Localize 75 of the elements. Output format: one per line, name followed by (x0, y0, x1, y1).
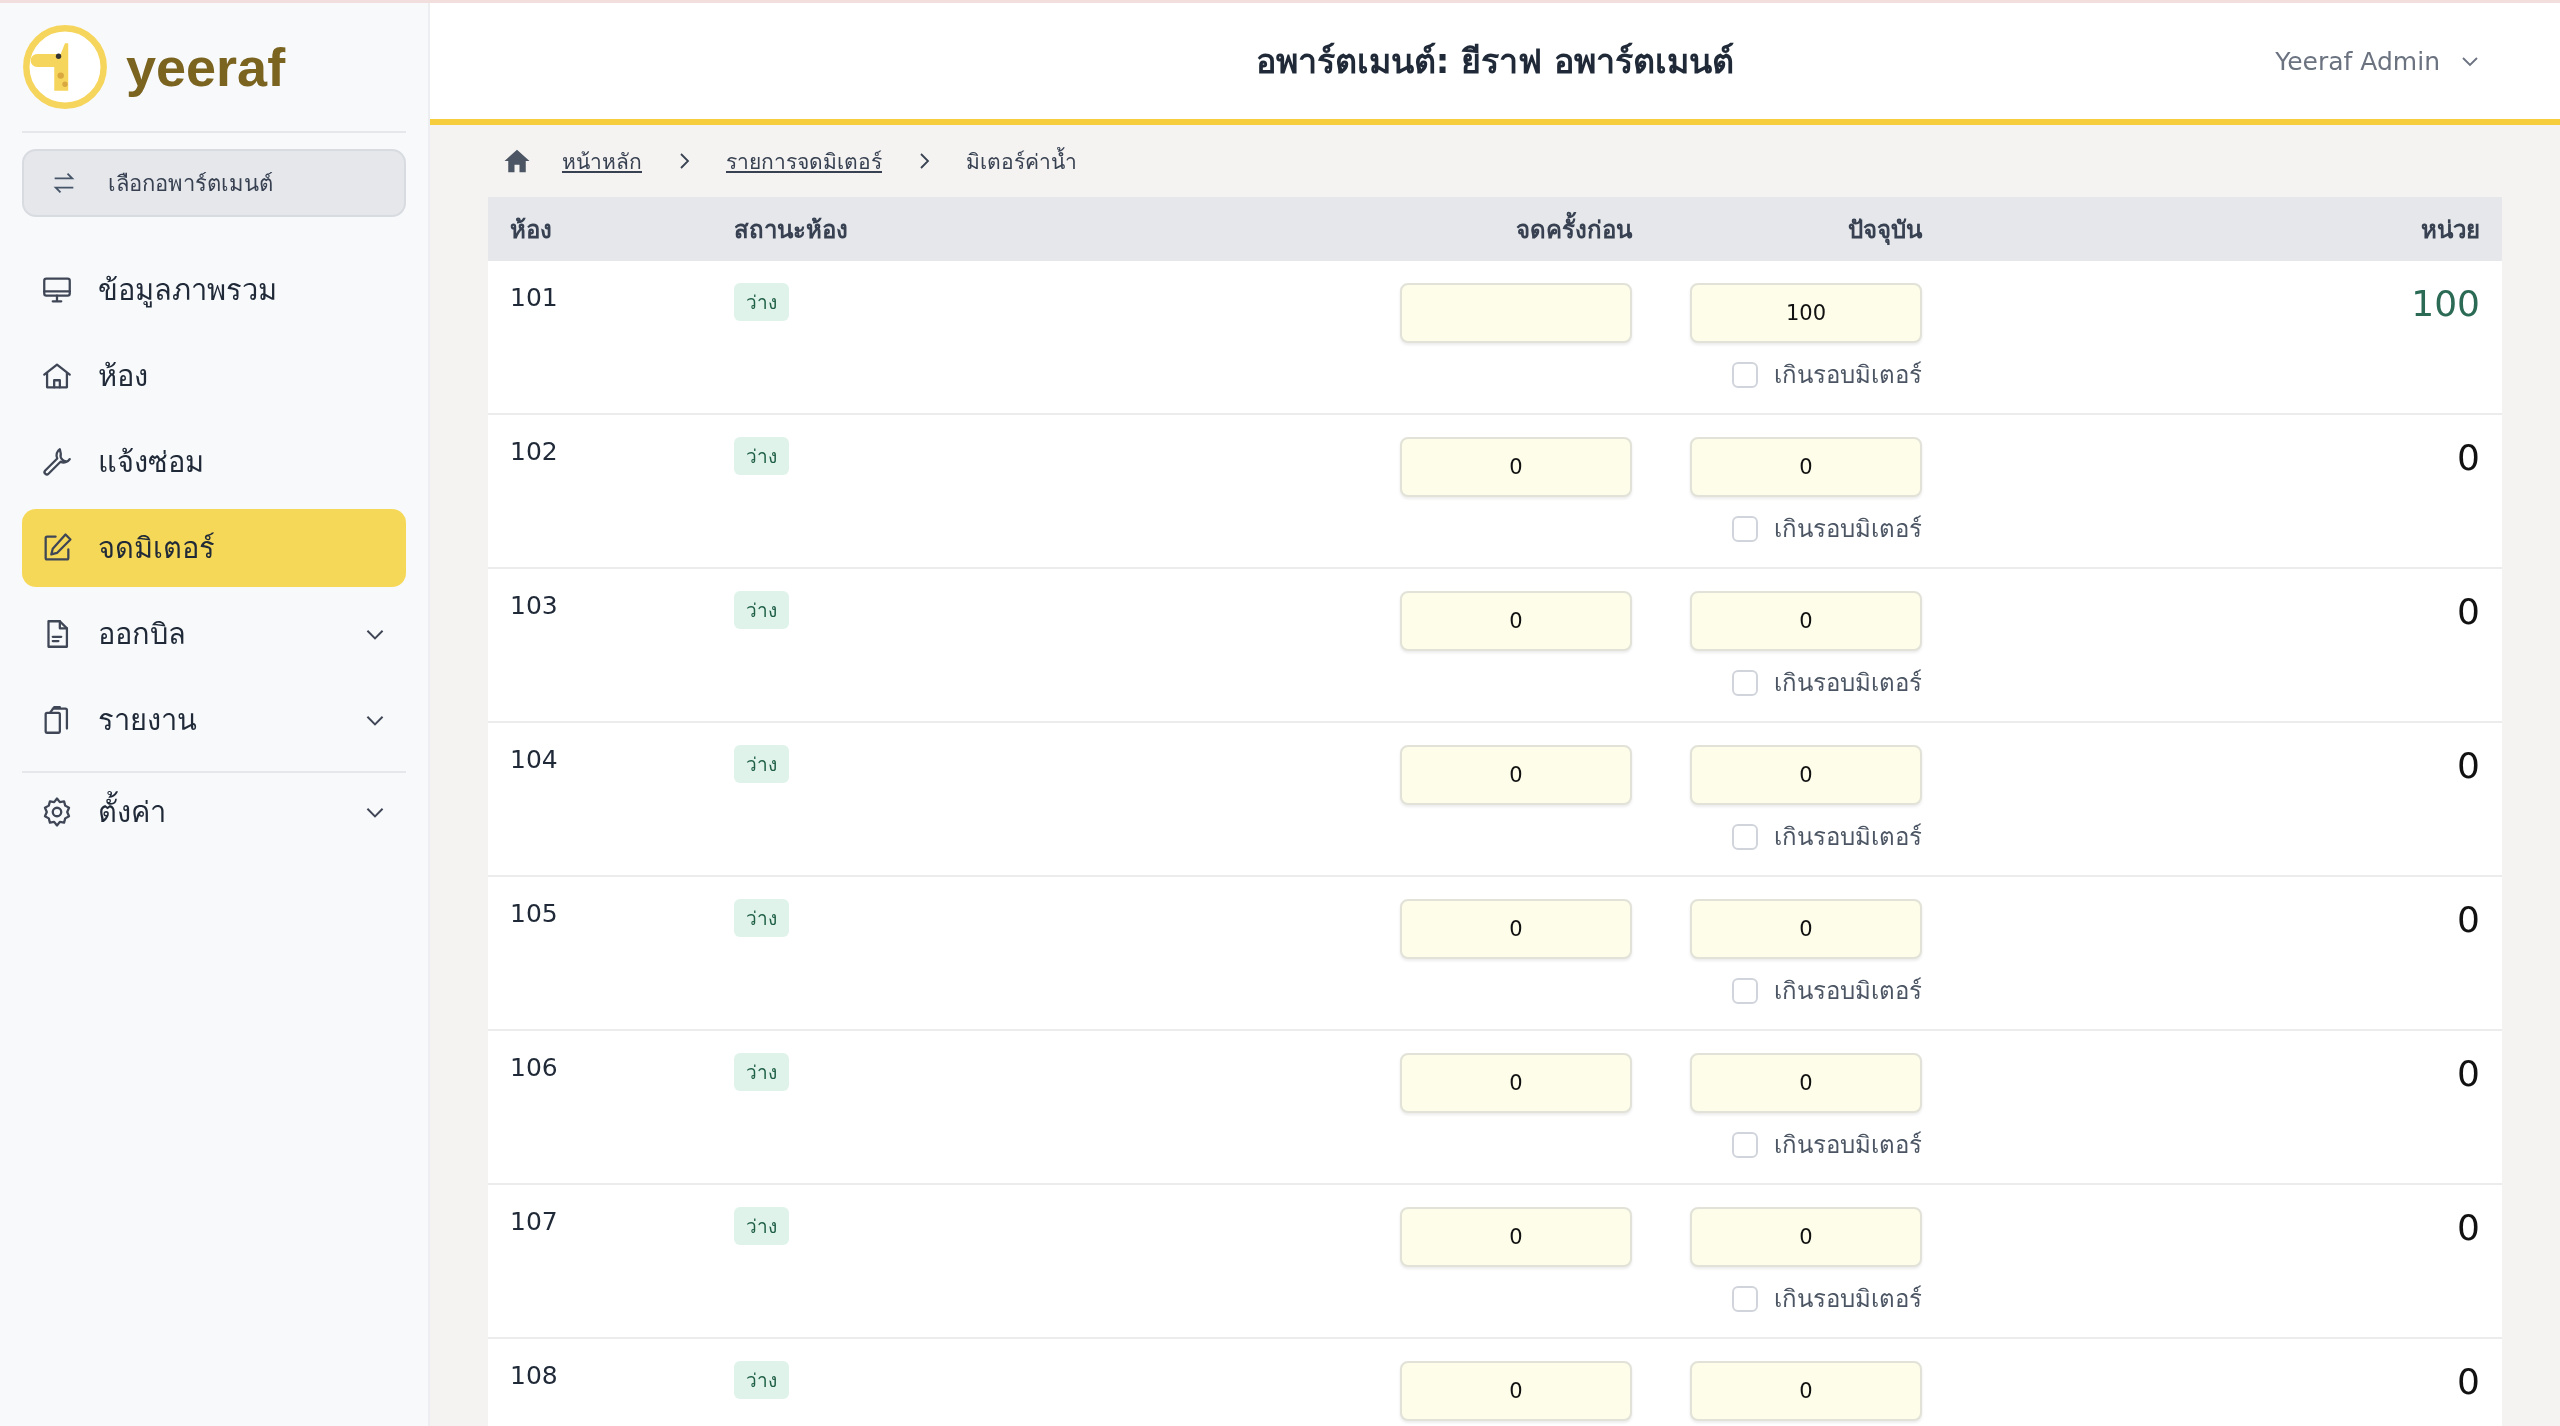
room-number: 102 (509, 437, 559, 468)
room-number: 101 (509, 283, 559, 314)
current-reading-field[interactable]: 0 (1690, 899, 1922, 959)
room-number: 107 (509, 1207, 559, 1238)
status-badge: ว่าง (734, 1361, 789, 1399)
previous-reading-field[interactable]: 0 (1400, 899, 1632, 959)
units-value: 0 (2457, 899, 2480, 940)
sidebar-item[interactable]: ข้อมูลภาพรวม (22, 251, 406, 329)
room-number: 104 (509, 745, 559, 776)
status-badge: ว่าง (734, 1053, 789, 1091)
apartment-switch-button[interactable]: เลือกอพาร์ตเมนต์ (22, 149, 406, 217)
room-number: 108 (509, 1361, 559, 1392)
room-number: 106 (509, 1053, 559, 1084)
breadcrumb-link[interactable]: หน้าหลัก (562, 144, 642, 178)
column-header: ปัจจุบัน (1847, 214, 1922, 247)
breadcrumb-current: มิเตอร์ค่าน้ำ (966, 146, 1077, 176)
column-header: ห้อง (509, 214, 553, 246)
status-badge: ว่าง (734, 1207, 789, 1245)
giraffe-logo-icon (22, 24, 108, 110)
checkbox[interactable] (1732, 977, 1758, 1004)
status-badge: ว่าง (734, 591, 789, 629)
previous-reading-field[interactable]: 0 (1400, 1207, 1632, 1267)
checkbox[interactable] (1732, 515, 1758, 542)
units-value: 0 (2457, 1361, 2480, 1402)
column-header: สถานะห้อง (733, 214, 849, 246)
brand-name: yeeraf (126, 36, 286, 98)
sidebar-item[interactable]: แจ้งซ่อม (22, 423, 406, 501)
checkbox[interactable] (1732, 823, 1758, 850)
previous-reading-field[interactable]: 0 (1400, 745, 1632, 805)
rollover-label: เกินรอบมิเตอร์ (1774, 1130, 1922, 1161)
current-reading-field[interactable]: 0 (1690, 591, 1922, 651)
units-value: 0 (2457, 591, 2480, 632)
sidebar-item[interactable]: ออกบิล (22, 595, 406, 673)
units-value: 0 (2457, 745, 2480, 786)
sidebar-item[interactable]: ห้อง (22, 337, 406, 415)
page-title: อพาร์ตเมนต์: ยีราฟ อพาร์ตเมนต์ (1255, 40, 1735, 83)
room-number: 105 (509, 899, 559, 930)
previous-reading-field[interactable]: 0 (1400, 437, 1632, 497)
user-menu-button[interactable]: Yeeraf Admin (2269, 45, 2488, 77)
checkbox[interactable] (1732, 361, 1758, 388)
current-reading-field[interactable]: 0 (1690, 745, 1922, 805)
column-header: จดครั้งก่อน (1352, 209, 1632, 249)
column-header: หน่วย (2420, 214, 2481, 246)
status-badge: ว่าง (734, 283, 789, 321)
rollover-label: เกินรอบมิเตอร์ (1774, 668, 1922, 699)
previous-reading-field[interactable]: 0 (1400, 591, 1632, 651)
status-badge: ว่าง (734, 437, 789, 475)
units-value: 0 (2457, 437, 2480, 478)
rollover-label: เกินรอบมิเตอร์ (1774, 976, 1922, 1007)
rollover-label: เกินรอบมิเตอร์ (1774, 822, 1922, 853)
breadcrumb-link[interactable]: รายการจดมิเตอร์ (726, 144, 882, 178)
units-value: 100 (2411, 283, 2480, 324)
wrench-icon (40, 445, 74, 479)
current-reading-field[interactable]: 0 (1690, 437, 1922, 497)
units-value: 0 (2457, 1053, 2480, 1094)
sidebar-item[interactable]: ตั้งค่า (22, 771, 406, 851)
current-reading-field[interactable]: 0 (1690, 1207, 1922, 1267)
rollover-label: เกินรอบมิเตอร์ (1774, 360, 1922, 391)
current-reading-field[interactable]: 0 (1690, 1361, 1922, 1421)
rollover-label: เกินรอบมิเตอร์ (1774, 1284, 1922, 1315)
sidebar-item[interactable]: รายงาน (22, 681, 406, 759)
current-reading-field[interactable]: 0 (1690, 1053, 1922, 1113)
previous-reading-field[interactable]: 0 (1400, 1361, 1632, 1421)
status-badge: ว่าง (734, 745, 789, 783)
sidebar-item[interactable]: จดมิเตอร์ (22, 509, 406, 587)
units-value: 0 (2457, 1207, 2480, 1248)
checkbox[interactable] (1732, 1285, 1758, 1312)
checkbox[interactable] (1732, 669, 1758, 696)
room-number: 103 (509, 591, 559, 622)
current-reading-field[interactable]: 100 (1690, 283, 1922, 343)
previous-reading-field[interactable] (1400, 283, 1632, 343)
previous-reading-field[interactable]: 0 (1400, 1053, 1632, 1113)
checkbox[interactable] (1732, 1131, 1758, 1158)
rollover-label: เกินรอบมิเตอร์ (1774, 514, 1922, 545)
status-badge: ว่าง (734, 899, 789, 937)
